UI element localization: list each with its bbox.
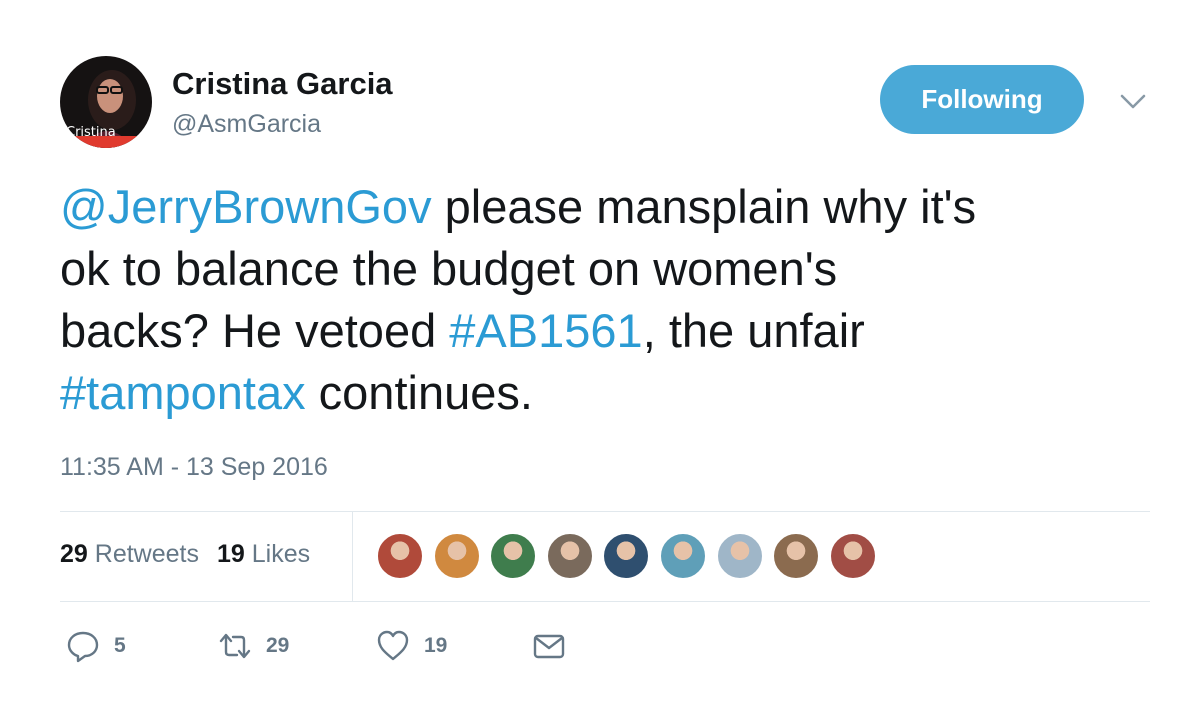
liker-avatars	[376, 532, 885, 580]
retweet-icon	[219, 633, 251, 659]
liker-avatar[interactable]	[545, 532, 594, 580]
reply-icon	[67, 631, 99, 663]
tweet-text: @JerryBrownGov please mansplain why it's…	[60, 176, 1150, 424]
tweet-text-segment: continues.	[305, 366, 533, 419]
reply-count: 5	[114, 634, 126, 657]
liker-avatar[interactable]	[489, 532, 538, 580]
liker-avatar[interactable]	[432, 532, 481, 580]
avatar-caption: Cristina	[66, 125, 116, 140]
tweet-text-segment: please mansplain why it's	[431, 180, 977, 233]
hashtag-link[interactable]: #AB1561	[449, 304, 642, 357]
liker-avatar[interactable]	[602, 532, 651, 580]
liker-avatar[interactable]	[715, 532, 764, 580]
tweet-text-segment: ok to balance the budget on women's	[60, 242, 838, 295]
chevron-down-icon[interactable]	[1118, 90, 1148, 114]
stats-divider	[352, 512, 353, 601]
mention-link[interactable]: @JerryBrownGov	[60, 180, 432, 233]
tweet-text-line: ok to balance the budget on women's	[60, 238, 1150, 300]
hashtag-link[interactable]: #tampontax	[60, 366, 306, 419]
direct-message-button[interactable]	[532, 626, 566, 666]
liker-avatar[interactable]	[828, 532, 877, 580]
author-handle[interactable]: @AsmGarcia	[172, 110, 321, 139]
divider	[60, 601, 1150, 602]
reply-button[interactable]: 5	[66, 626, 126, 666]
tweet-stats: 29 Retweets 19 Likes	[60, 540, 310, 569]
likes-label: Likes	[251, 540, 311, 568]
retweets-stat[interactable]: 29 Retweets	[60, 540, 199, 568]
heart-icon	[377, 630, 409, 661]
tweet-text-segment: , the unfair	[642, 304, 865, 357]
tweet-text-segment: backs? He vetoed	[60, 304, 450, 357]
following-button[interactable]: Following	[880, 65, 1084, 134]
liker-avatar[interactable]	[772, 532, 821, 580]
avatar[interactable]: Cristina	[60, 56, 152, 148]
tweet-text-line: @JerryBrownGov please mansplain why it's	[60, 176, 1150, 238]
divider	[60, 511, 1150, 512]
like-count: 19	[424, 634, 448, 657]
tweet-text-line: #tampontax continues.	[60, 362, 1150, 424]
retweet-count: 29	[266, 634, 290, 657]
envelope-icon	[533, 634, 565, 659]
tweet-text-line: backs? He vetoed #AB1561, the unfair	[60, 300, 1150, 362]
tweet-timestamp[interactable]: 11:35 AM - 13 Sep 2016	[60, 453, 328, 482]
like-button[interactable]: 19	[376, 626, 447, 666]
retweets-count: 29	[60, 540, 88, 568]
likes-count: 19	[216, 540, 245, 568]
author-name[interactable]: Cristina Garcia	[172, 66, 393, 102]
liker-avatar[interactable]	[376, 532, 424, 580]
retweets-label: Retweets	[94, 540, 199, 568]
liker-avatar[interactable]	[658, 532, 707, 580]
likes-stat[interactable]: 19 Likes	[217, 540, 310, 568]
tweet-header: Cristina Cristina Garcia @AsmGarcia Foll…	[60, 56, 1150, 152]
retweet-button[interactable]: 29	[218, 626, 289, 666]
